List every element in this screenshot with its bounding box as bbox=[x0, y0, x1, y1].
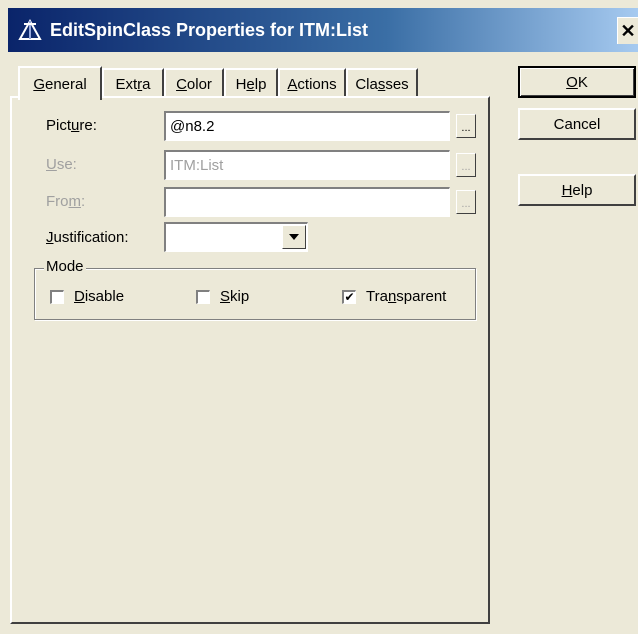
picture-browse-button[interactable]: ... bbox=[456, 114, 476, 138]
help-button[interactable]: Help bbox=[518, 174, 636, 206]
disable-checkbox-label: Disable bbox=[74, 288, 125, 305]
tab-color[interactable]: Color bbox=[164, 68, 224, 98]
tab-actions[interactable]: Actions bbox=[278, 68, 346, 98]
tab-actions-label: Actions bbox=[287, 75, 337, 93]
use-label: Use: bbox=[46, 156, 77, 173]
app-icon bbox=[18, 18, 42, 40]
tab-classes[interactable]: Classes bbox=[346, 68, 418, 98]
tab-general[interactable]: General bbox=[18, 66, 102, 100]
skip-checkbox-label: Skip bbox=[220, 288, 250, 305]
transparent-checkbox-label: Transparent bbox=[366, 288, 447, 305]
tab-extra-label: Extra bbox=[115, 75, 151, 93]
tab-help[interactable]: Help bbox=[224, 68, 278, 98]
ok-button-label: OK bbox=[566, 73, 588, 91]
transparent-checkbox[interactable]: ✔ Transparent bbox=[342, 288, 446, 305]
title-bar: EditSpinClass Properties for ITM:List ✕ bbox=[8, 8, 638, 52]
help-button-label: Help bbox=[561, 181, 593, 199]
from-field[interactable] bbox=[164, 187, 450, 217]
justification-label: Justification: bbox=[46, 229, 129, 246]
picture-value: @n8.2 bbox=[170, 118, 215, 135]
disable-checkbox[interactable]: Disable bbox=[50, 288, 124, 305]
use-field: ITM:List bbox=[164, 150, 450, 180]
tab-color-label: Color bbox=[176, 75, 212, 93]
use-value: ITM:List bbox=[170, 157, 224, 174]
from-browse-button: ... bbox=[456, 190, 476, 214]
cancel-button-label: Cancel bbox=[553, 115, 601, 133]
tab-classes-label: Classes bbox=[355, 75, 409, 93]
tab-help-label: Help bbox=[235, 75, 267, 93]
ok-button[interactable]: OK bbox=[518, 66, 636, 98]
window-title: EditSpinClass Properties for ITM:List bbox=[50, 19, 369, 40]
skip-checkbox-box[interactable] bbox=[196, 289, 210, 304]
close-icon[interactable]: ✕ bbox=[617, 17, 638, 44]
transparent-checkbox-box[interactable]: ✔ bbox=[342, 289, 356, 304]
use-browse-button: ... bbox=[456, 153, 476, 177]
chevron-down-icon[interactable] bbox=[282, 225, 306, 249]
disable-checkbox-box[interactable] bbox=[50, 289, 64, 304]
picture-field[interactable]: @n8.2 bbox=[164, 111, 450, 141]
cancel-button[interactable]: Cancel bbox=[518, 108, 636, 140]
picture-label: Picture: bbox=[46, 117, 97, 134]
from-label: From: bbox=[46, 193, 86, 210]
tab-general-label: General bbox=[33, 75, 87, 93]
justification-select[interactable] bbox=[164, 222, 308, 252]
tab-extra[interactable]: Extra bbox=[102, 68, 164, 98]
skip-checkbox[interactable]: Skip bbox=[196, 288, 249, 305]
mode-group-label: Mode bbox=[44, 258, 86, 275]
checkmark-icon: ✔ bbox=[344, 290, 355, 304]
